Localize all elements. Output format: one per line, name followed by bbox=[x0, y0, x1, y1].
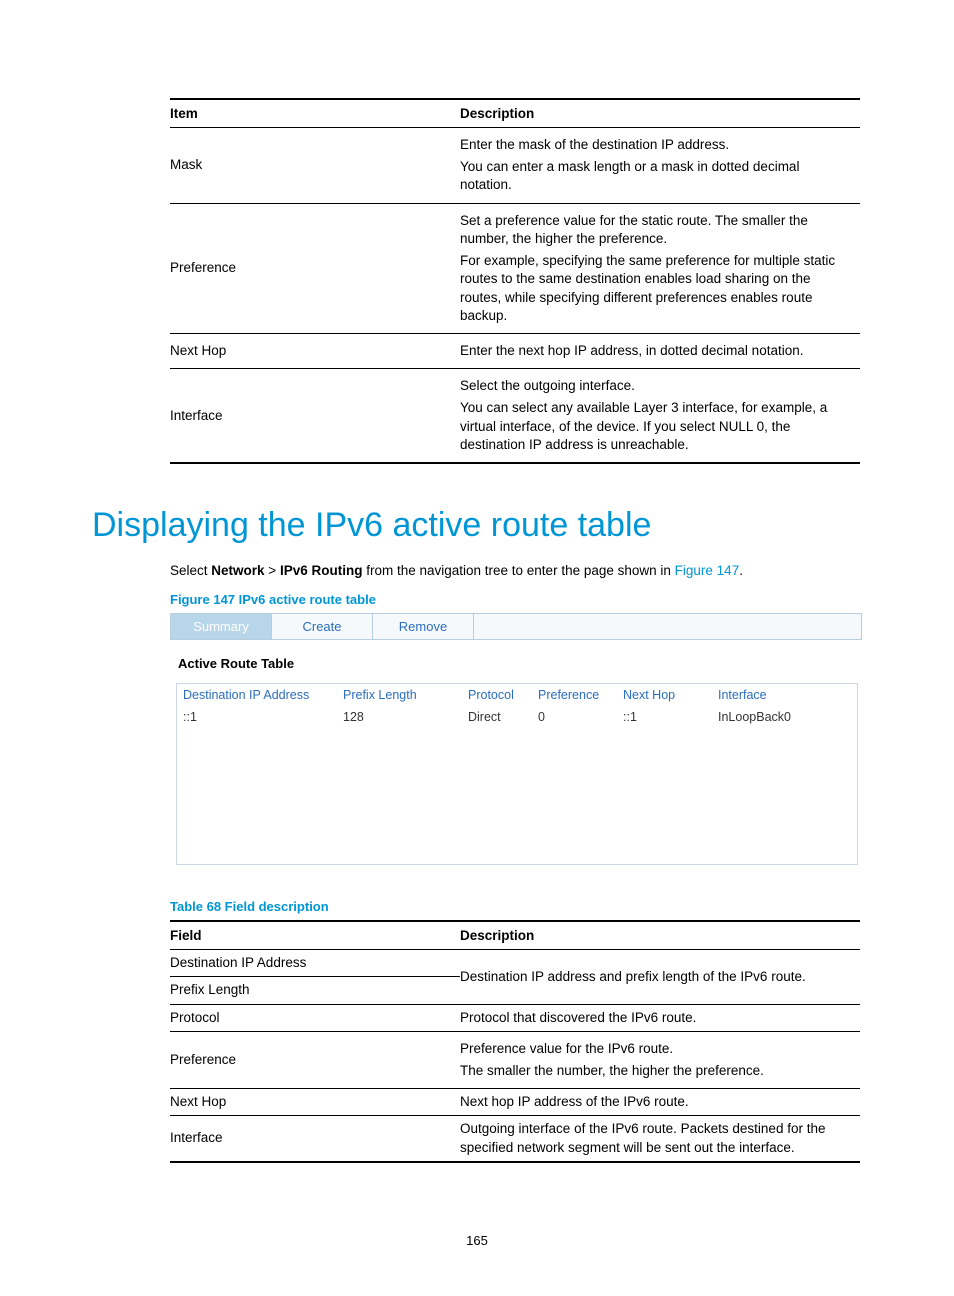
route-row[interactable]: ::1 128 Direct 0 ::1 InLoopBack0 bbox=[177, 706, 857, 728]
instruction-text: Select Network > IPv6 Routing from the n… bbox=[170, 563, 862, 578]
tab-remove[interactable]: Remove bbox=[373, 614, 474, 639]
field-label: Prefix Length bbox=[170, 977, 460, 1004]
table-row: Preference Preference value for the IPv6… bbox=[170, 1031, 860, 1088]
field-desc-table: Field Description Destination IP Address… bbox=[170, 920, 860, 1163]
field-desc: Next hop IP address of the IPv6 route. bbox=[460, 1089, 860, 1116]
table-row: Preference Set a preference value for th… bbox=[170, 203, 860, 333]
field-desc: Destination IP address and prefix length… bbox=[460, 950, 860, 1004]
col-field: Field bbox=[170, 921, 460, 950]
route-grid: Destination IP Address Prefix Length Pro… bbox=[176, 683, 858, 865]
table-row: Destination IP Address Destination IP ad… bbox=[170, 950, 860, 977]
table-row: Next Hop Enter the next hop IP address, … bbox=[170, 333, 860, 368]
table-row: Mask Enter the mask of the destination I… bbox=[170, 128, 860, 204]
table-row: Next Hop Next hop IP address of the IPv6… bbox=[170, 1089, 860, 1116]
field-desc: Outgoing interface of the IPv6 route. Pa… bbox=[460, 1116, 860, 1162]
figure-caption: Figure 147 IPv6 active route table bbox=[170, 592, 862, 607]
screenshot-title: Active Route Table bbox=[178, 656, 860, 671]
table-row: Protocol Protocol that discovered the IP… bbox=[170, 1004, 860, 1031]
screenshot-area: Active Route Table Destination IP Addres… bbox=[170, 656, 860, 865]
field-label: Protocol bbox=[170, 1004, 460, 1031]
field-label: Preference bbox=[170, 1031, 460, 1088]
figure-link[interactable]: Figure 147 bbox=[675, 563, 740, 578]
col-description: Description bbox=[460, 921, 860, 950]
field-label: Next Hop bbox=[170, 1089, 460, 1116]
field-label: Destination IP Address bbox=[170, 950, 460, 977]
section-heading: Displaying the IPv6 active route table bbox=[92, 506, 862, 545]
table-caption: Table 68 Field description bbox=[170, 899, 862, 914]
item-label: Mask bbox=[170, 128, 460, 204]
table-row: Interface Select the outgoing interface.… bbox=[170, 369, 860, 463]
col-proto[interactable]: Protocol bbox=[468, 688, 538, 702]
item-label: Interface bbox=[170, 369, 460, 463]
field-desc: Preference value for the IPv6 route. The… bbox=[460, 1031, 860, 1088]
col-prefix[interactable]: Prefix Length bbox=[343, 688, 468, 702]
col-if[interactable]: Interface bbox=[718, 688, 813, 702]
table-row: Interface Outgoing interface of the IPv6… bbox=[170, 1116, 860, 1162]
item-label: Preference bbox=[170, 203, 460, 333]
col-next[interactable]: Next Hop bbox=[623, 688, 718, 702]
col-dest[interactable]: Destination IP Address bbox=[183, 688, 343, 702]
col-description: Description bbox=[460, 99, 860, 128]
tab-create[interactable]: Create bbox=[272, 614, 373, 639]
field-label: Interface bbox=[170, 1116, 460, 1162]
config-items-table: Item Description Mask Enter the mask of … bbox=[170, 98, 860, 464]
page-number: 165 bbox=[0, 1233, 954, 1248]
item-desc: Set a preference value for the static ro… bbox=[460, 203, 860, 333]
item-desc: Enter the mask of the destination IP add… bbox=[460, 128, 860, 204]
item-desc: Select the outgoing interface. You can s… bbox=[460, 369, 860, 463]
col-item: Item bbox=[170, 99, 460, 128]
tab-bar: Summary Create Remove bbox=[170, 613, 862, 640]
tab-summary[interactable]: Summary bbox=[171, 614, 272, 639]
col-pref[interactable]: Preference bbox=[538, 688, 623, 702]
field-desc: Protocol that discovered the IPv6 route. bbox=[460, 1004, 860, 1031]
item-desc: Enter the next hop IP address, in dotted… bbox=[460, 333, 860, 368]
item-label: Next Hop bbox=[170, 333, 460, 368]
